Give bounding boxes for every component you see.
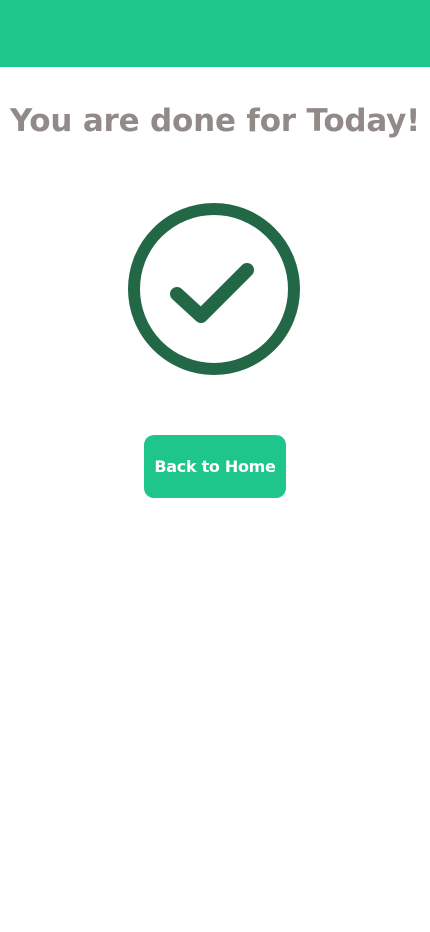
page-title: You are done for Today! <box>9 103 421 139</box>
back-to-home-button[interactable]: Back to Home <box>144 435 286 498</box>
top-bar <box>0 0 430 67</box>
check-circle-icon <box>127 202 301 376</box>
